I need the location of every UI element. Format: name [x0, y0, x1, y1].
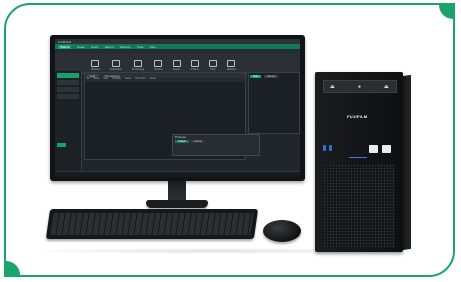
cancel-button[interactable]: Cancel	[264, 75, 278, 78]
tab-list[interactable]: List	[87, 73, 98, 78]
export-icon	[172, 60, 181, 67]
menu-item-study[interactable]: Study	[91, 45, 99, 49]
reset-button	[382, 145, 391, 153]
column-header[interactable]: Body Part	[135, 78, 145, 82]
tab-default[interactable]: Default	[175, 140, 189, 143]
tab-custom[interactable]: Custom	[190, 140, 205, 143]
sidebar-item[interactable]	[57, 80, 79, 85]
toolbar-print[interactable]: Print	[208, 60, 217, 71]
monitor-stand-neck	[168, 181, 186, 202]
archive-icon	[190, 60, 199, 67]
app-toolbar: Worklist Acquisition Processing Review E…	[55, 53, 300, 74]
menu-item-settings[interactable]: Settings	[120, 45, 131, 49]
eye-icon	[154, 60, 163, 67]
printer-icon	[208, 60, 217, 67]
column-header[interactable]: Name	[93, 78, 99, 82]
menu-item-tools[interactable]: Tools	[137, 45, 144, 49]
frame-corner-bottom-left	[6, 261, 20, 275]
toolbar-review[interactable]: Review	[154, 60, 163, 71]
toolbar-worklist[interactable]: Worklist	[91, 60, 100, 71]
front-mesh-grille	[323, 164, 395, 248]
left-sidebar	[55, 71, 82, 177]
usb-port	[329, 145, 332, 151]
processing-tabs: Default Custom	[173, 139, 259, 144]
app-name: FUJIFILM	[58, 39, 72, 44]
power-button	[369, 145, 378, 153]
menu-item-exam[interactable]: Exam	[77, 45, 85, 49]
monitor-stand-base	[146, 200, 208, 208]
column-header[interactable]: Status	[125, 78, 132, 82]
start-button[interactable]: Start	[250, 75, 262, 78]
toolbar-settings[interactable]: Settings	[227, 60, 236, 71]
gear-icon	[227, 60, 236, 67]
camera-icon	[111, 60, 120, 67]
menu-item-patient[interactable]: Patient	[58, 44, 72, 49]
status-bar	[55, 171, 300, 177]
right-panel: Start Cancel	[248, 72, 300, 134]
column-header[interactable]: Series	[149, 78, 156, 82]
menu-item-report[interactable]: Report	[105, 45, 114, 49]
monitor-screen: FUJIFILM Patient Exam Study Report Setti…	[55, 39, 300, 177]
sidebar-item[interactable]	[57, 87, 79, 92]
keyboard	[45, 209, 259, 239]
sliders-icon	[134, 60, 143, 67]
tower-brand-logo: FUJIFILM	[347, 114, 368, 119]
tab-processing[interactable]: Processing	[102, 74, 123, 78]
column-header[interactable]: Date	[103, 78, 108, 82]
keyboard-keys	[50, 213, 254, 235]
eject-icon: ⏏	[384, 84, 389, 90]
sidebar-action-button[interactable]	[57, 143, 66, 147]
eject-icon: ⏏	[330, 84, 335, 90]
toolbar-processing[interactable]: Processing	[132, 60, 144, 71]
monitor: FUJIFILM Patient Exam Study Report Setti…	[50, 35, 305, 181]
processing-panel: Process Default Custom	[172, 134, 260, 156]
usb-port	[323, 145, 326, 151]
column-header[interactable]: ID	[87, 78, 89, 82]
sidebar-item-active[interactable]	[57, 73, 79, 78]
toolbar-archive[interactable]: Archive	[191, 60, 199, 71]
frame-corner-top-right	[439, 5, 453, 19]
tower-pc: ⏏ ● ⏏ FUJIFILM	[315, 72, 403, 252]
dvd-icon: ●	[358, 84, 362, 90]
list-icon	[91, 60, 100, 67]
menu-item-help[interactable]: Help	[150, 45, 156, 49]
drive-bay: ⏏ ● ⏏	[323, 80, 397, 93]
sidebar-item[interactable]	[57, 94, 79, 99]
status-led	[349, 157, 367, 158]
mouse	[263, 220, 301, 242]
toolbar-export[interactable]: Export	[172, 60, 181, 71]
toolbar-acquisition[interactable]: Acquisition	[110, 60, 122, 71]
table-header: ID Name Date Modality Status Body Part S…	[85, 78, 245, 82]
column-header[interactable]: Modality	[112, 78, 121, 82]
